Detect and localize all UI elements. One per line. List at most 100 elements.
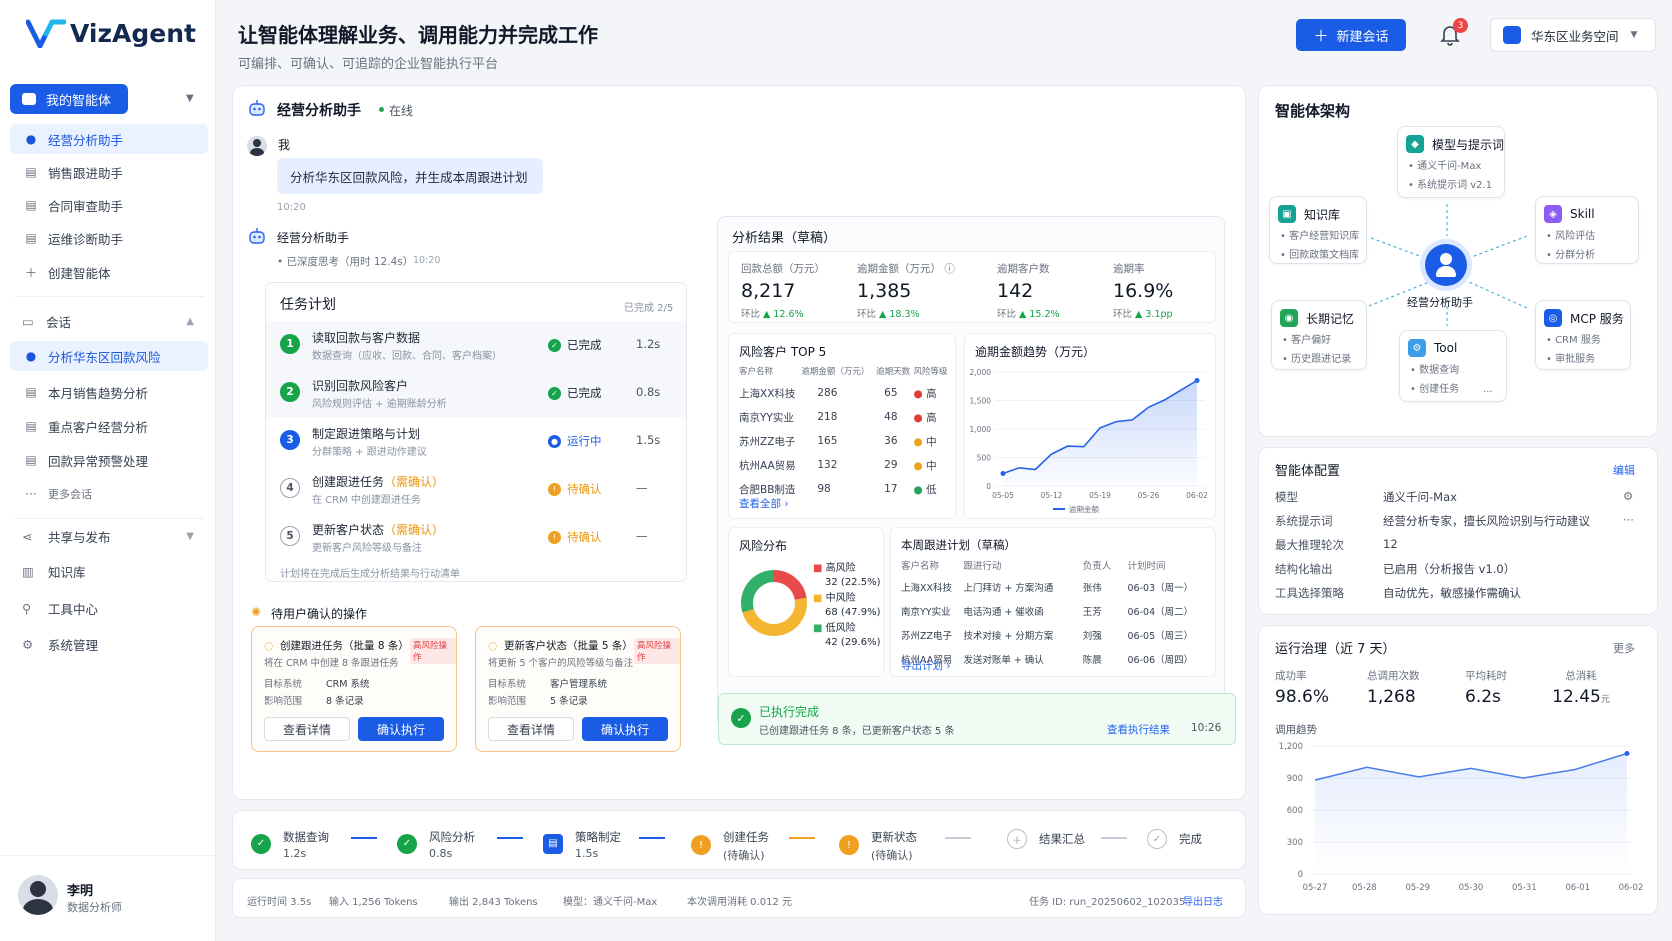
sidebar-agent-2[interactable]: ▤ 合同审查助手 xyxy=(10,190,208,220)
page-title: 让智能体理解业务、调用能力并完成工作 xyxy=(238,23,598,47)
config-row-model[interactable]: 模型 通义千问-Max ⚙ xyxy=(1259,489,1639,513)
governance-more-link[interactable]: 更多 xyxy=(1613,640,1635,656)
view-result-link[interactable]: 查看执行结果 xyxy=(1107,722,1170,737)
view-details-button[interactable]: 查看详情 xyxy=(264,717,350,741)
tools-icon: ⚲ xyxy=(22,600,32,616)
task-row-1[interactable]: 1 读取回款与客户数据 数据查询（应收、回款、合同、客户档案） ✓ 已完成 1.2… xyxy=(266,321,686,369)
memory-icon: ◉ xyxy=(1280,309,1298,327)
sidebar-agent-3[interactable]: ▤ 运维诊断助手 xyxy=(10,223,208,253)
sidebar-agent-1[interactable]: ▤ 销售跟进助手 xyxy=(10,157,208,187)
create-agent-button[interactable]: ＋创建智能体 xyxy=(10,257,208,287)
node-skill[interactable]: ◈ Skill • 风险评估 • 分群分析 xyxy=(1535,196,1639,264)
config-row-tool-strategy[interactable]: 工具选择策略 自动优先，敏感操作需确认 xyxy=(1259,585,1639,609)
x-tick-label: 05-26 xyxy=(1138,491,1160,500)
info-icon: ⓘ xyxy=(944,263,955,275)
confirm-execute-button[interactable]: 确认执行 xyxy=(358,717,444,741)
top5-title: 风险客户 TOP 5 xyxy=(739,345,827,359)
sidebar-session-0[interactable]: ● 分析华东区回款风险 xyxy=(10,341,208,371)
config-row-structured-output[interactable]: 结构化输出 已启用（分析报告 v1.0） xyxy=(1259,561,1639,585)
nav-system-admin[interactable]: ⚙ 系统管理 xyxy=(10,629,208,659)
x-tick-label: 05-19 xyxy=(1089,491,1111,500)
brand-logo[interactable]: VizAgent xyxy=(26,18,196,48)
task-title: 识别回款风险客户 xyxy=(312,379,409,393)
new-chat-button[interactable]: ＋新建会话 xyxy=(1296,19,1406,51)
node-tool[interactable]: ⚙ Tool • 数据查询 • 创建任务... xyxy=(1399,330,1507,402)
task-status: ✓ 已完成 xyxy=(548,337,602,353)
task-row-3[interactable]: 3 制定跟进策略与计划 分群策略 + 跟进动作建议 ● 运行中 1.5s xyxy=(266,417,686,465)
flow-step-2[interactable]: ✓ 风险分析 0.8s xyxy=(397,827,475,860)
sessions-section[interactable]: ▭ 会话 ▲ xyxy=(10,306,208,336)
nav-tool-center[interactable]: ⚲ 工具中心 xyxy=(10,593,208,623)
check-icon: ✓ xyxy=(251,833,271,854)
plus-circle-icon: ＋ xyxy=(1007,829,1027,849)
x-tick-label: 05-31 xyxy=(1512,883,1537,893)
task-row-2[interactable]: 2 识别回款风险客户 风险规则评估 + 逾期账龄分析 ✓ 已完成 0.8s xyxy=(266,369,686,417)
sidebar-session-3[interactable]: ▤ 回款异常预警处理 xyxy=(10,445,208,475)
chevron-down-icon[interactable]: ▼ xyxy=(186,93,194,104)
table-row[interactable]: 上海XX科技 286 65 ● 高 xyxy=(739,381,951,405)
center-agent-node[interactable] xyxy=(1425,244,1467,286)
flow-step-1[interactable]: ✓ 数据查询 1.2s xyxy=(251,827,329,860)
user-message-time: 10:20 xyxy=(277,202,306,213)
flow-step-4[interactable]: ! 创建任务 (待确认) xyxy=(691,827,769,863)
table-row[interactable]: 上海XX科技 上门拜访 + 方案沟通 张伟 06-03（周一） xyxy=(901,575,1209,599)
my-agents-button[interactable]: 我的智能体 xyxy=(10,84,128,114)
export-plan-link[interactable]: 导出计划 › xyxy=(901,658,951,673)
task-status: ! 待确认 xyxy=(548,529,602,545)
table-row[interactable]: 苏州ZZ电子 技术对接 + 分期方案 刘强 06-05（周三） xyxy=(901,623,1209,647)
top5-table: 客户名称 逾期金额（万元） 逾期天数 风险等级 上海XX科技 286 65 ● 高 南京YY… xyxy=(739,361,951,501)
x-tick-label: 06-02 xyxy=(1186,491,1208,500)
bell-icon[interactable]: 3 xyxy=(1440,18,1468,46)
task-row-4[interactable]: 4 创建跟进任务（需确认） 在 CRM 中创建跟进任务 ! 待确认 — xyxy=(266,465,686,513)
architecture-card: 智能体架构 经营分析助手 ◆ 模型与提示词 • 通义千问-Max • 系统提示词 v2… xyxy=(1258,85,1658,437)
flow-arrow xyxy=(945,837,971,839)
task-plan-footnote: 计划将在完成后生成分析结果与行动清单 xyxy=(280,569,460,580)
divider xyxy=(14,518,204,519)
view-all-link[interactable]: 查看全部 › xyxy=(739,496,789,511)
table-row[interactable]: 杭州AA贸易 132 29 ● 中 xyxy=(739,453,951,477)
node-model-prompt[interactable]: ◆ 模型与提示词 • 通义千问-Max • 系统提示词 v2.1 xyxy=(1397,126,1505,198)
sidebar-agent-0[interactable]: ● 经营分析助手 xyxy=(10,124,208,154)
task-title: 创建跟进任务（需确认） xyxy=(312,475,445,489)
confirm-execute-button[interactable]: 确认执行 xyxy=(582,717,668,741)
sidebar-session-2[interactable]: ▤ 重点客户经营分析 xyxy=(10,411,208,441)
flow-arrow xyxy=(351,837,377,839)
avatar[interactable] xyxy=(18,875,58,915)
task-id: 任务 ID: run_20250602_102035 xyxy=(1029,897,1186,908)
view-details-button[interactable]: 查看详情 xyxy=(488,717,574,741)
flow-step-7[interactable]: ✓ 完成 xyxy=(1147,829,1202,849)
more-sessions-link[interactable]: ··· 更多会话 xyxy=(10,479,208,509)
workspace-selector[interactable]: 华东区业务空间 ▼ xyxy=(1490,18,1656,52)
gov-trend-title: 调用趋势 xyxy=(1275,724,1317,736)
high-risk-badge: 高风险操作 xyxy=(634,638,680,664)
node-knowledge-base[interactable]: ▣ 知识库 • 客户经营知识库 • 回款政策文档库 xyxy=(1269,196,1367,264)
flow-step-3[interactable]: ▤ 策略制定 1.5s xyxy=(543,827,621,860)
robot-icon xyxy=(247,226,267,246)
node-mcp-service[interactable]: ◎ MCP 服务 • CRM 服务 • 审批服务 xyxy=(1535,300,1631,370)
flow-step-5[interactable]: ! 更新状态 (待确认) xyxy=(839,827,917,863)
table-row[interactable]: 南京YY实业 电话沟通 + 催收函 王芳 06-04（周二） xyxy=(901,599,1209,623)
divider xyxy=(14,296,204,297)
done-desc: 已创建跟进任务 8 条，已更新客户状态 5 条 xyxy=(759,726,955,737)
table-row[interactable]: 苏州ZZ电子 165 36 ● 中 xyxy=(739,429,951,453)
workspace-icon xyxy=(1503,26,1521,44)
nav-knowledge-base[interactable]: ▥ 知识库 xyxy=(10,556,208,586)
gear-icon[interactable]: ⚙ xyxy=(1623,489,1633,503)
sidebar-session-1[interactable]: ▤ 本月销售趋势分析 xyxy=(10,377,208,407)
task-number: 3 xyxy=(280,430,300,450)
thinking-note[interactable]: • 已深度思考（用时 12.4s） xyxy=(277,254,413,269)
config-row-prompt[interactable]: 系统提示词 经营分析专家，擅长风险识别与行动建议 ··· xyxy=(1259,513,1639,537)
node-long-memory[interactable]: ◉ 长期记忆 • 客户偏好 • 历史跟进记录 xyxy=(1271,300,1367,370)
call-area xyxy=(1315,753,1627,874)
config-edit-link[interactable]: 编辑 xyxy=(1613,462,1635,478)
nav-share-publish[interactable]: ⋖ 共享与发布 ▼ xyxy=(10,521,208,551)
task-number: 4 xyxy=(280,478,300,498)
database-icon: ▣ xyxy=(1278,205,1296,223)
task-row-5[interactable]: 5 更新客户状态（需确认） 更新客户风险等级与备注 ! 待确认 — xyxy=(266,513,686,561)
check-circle-icon: ✓ xyxy=(731,708,751,728)
export-log-link[interactable]: 导出日志 xyxy=(1183,893,1223,908)
ellipsis-icon[interactable]: ··· xyxy=(1623,513,1634,527)
config-row-max-rounds[interactable]: 最大推理轮次 12 xyxy=(1259,537,1639,561)
flow-step-6[interactable]: ＋结果汇总 xyxy=(1007,829,1085,849)
table-row[interactable]: 南京YY实业 218 48 ● 高 xyxy=(739,405,951,429)
